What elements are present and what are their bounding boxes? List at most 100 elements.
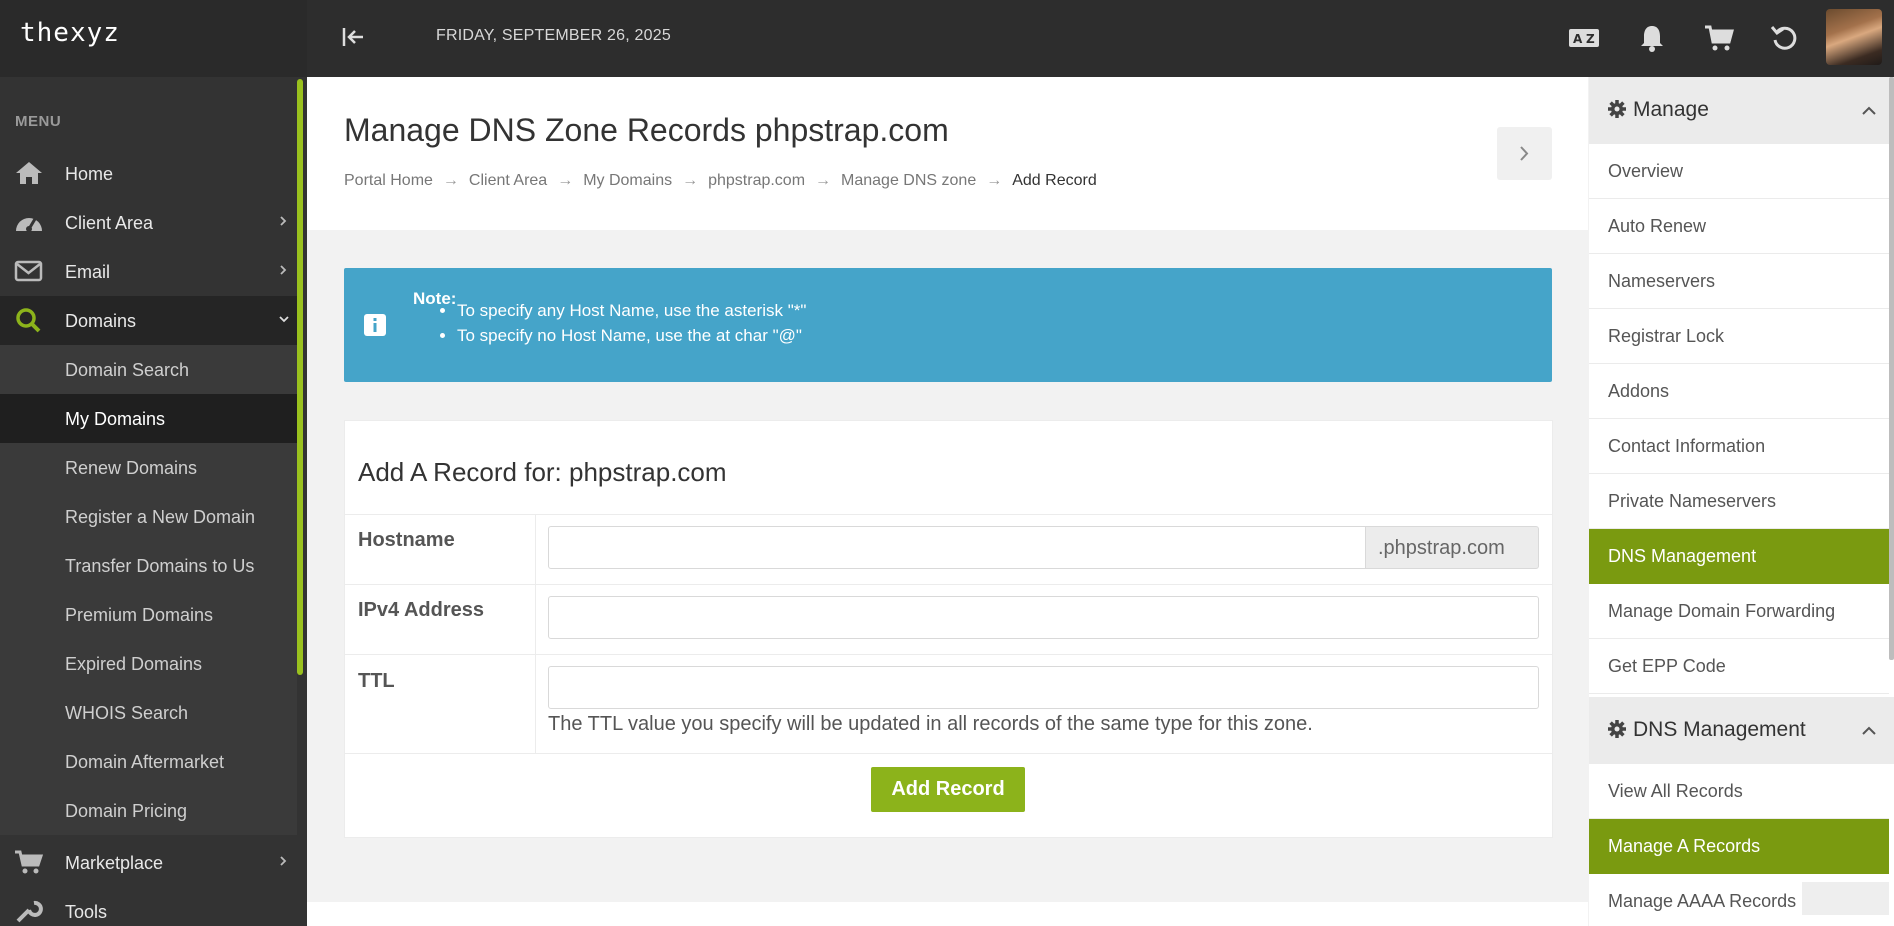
sidebar-sub-register-domain[interactable]: Register a New Domain [0, 492, 297, 541]
ipv4-input[interactable] [548, 596, 1539, 639]
cart-icon[interactable] [1703, 22, 1735, 54]
divider [535, 514, 536, 754]
arrow-right-icon: → [815, 172, 832, 189]
sidebar-sub-renew-domains[interactable]: Renew Domains [0, 443, 297, 492]
dns-view-all-records[interactable]: View All Records [1589, 764, 1889, 819]
sidebar-sub-label: Transfer Domains to Us [65, 556, 255, 576]
panel-item-label: Manage AAAA Records [1608, 891, 1797, 911]
sidebar-scrollbar[interactable] [297, 79, 303, 675]
svg-text:Z: Z [1586, 32, 1595, 46]
user-avatar[interactable] [1826, 9, 1882, 65]
sidebar-sub-label: My Domains [65, 409, 166, 429]
right-panel-scrollbar[interactable] [1889, 77, 1894, 660]
sidebar: MENU Home Client Area Email Domains Doma… [0, 77, 307, 926]
chevron-right-icon [278, 263, 288, 277]
page-header: Manage DNS Zone Records phpstrap.com Por… [307, 77, 1588, 230]
sidebar-item-client-area[interactable]: Client Area [0, 198, 297, 247]
chevron-up-icon [1861, 103, 1877, 115]
sidebar-item-domains[interactable]: Domains [0, 296, 297, 345]
form-title: Add A Record for: phpstrap.com [358, 457, 727, 487]
sidebar-sub-domain-pricing[interactable]: Domain Pricing [0, 786, 297, 835]
ttl-label: TTL [358, 670, 395, 692]
add-record-form: Add A Record for: phpstrap.com Hostname … [344, 420, 1553, 838]
manage-panel-header[interactable]: Manage [1589, 77, 1894, 144]
sidebar-sub-whois-search[interactable]: WHOIS Search [0, 688, 297, 737]
sidebar-item-marketplace[interactable]: Marketplace [0, 838, 297, 887]
add-record-button[interactable]: Add Record [871, 767, 1025, 812]
sidebar-sub-premium-domains[interactable]: Premium Domains [0, 590, 297, 639]
arrow-right-icon: → [682, 172, 699, 189]
manage-get-epp-code[interactable]: Get EPP Code [1589, 639, 1889, 694]
chevron-down-icon [278, 312, 289, 326]
sidebar-item-email[interactable]: Email [0, 247, 297, 296]
breadcrumb-client-area[interactable]: Client Area [469, 172, 547, 189]
sidebar-item-label: Email [65, 262, 111, 282]
sidebar-item-tools[interactable]: Tools [0, 887, 297, 926]
sidebar-sub-label: WHOIS Search [65, 703, 189, 723]
footer-area [307, 902, 1588, 926]
dns-panel-header[interactable]: DNS Management [1589, 697, 1894, 764]
sidebar-sub-transfer-domains[interactable]: Transfer Domains to Us [0, 541, 297, 590]
info-icon [363, 313, 387, 337]
panel-item-label: Overview [1608, 161, 1684, 181]
chevron-right-icon [278, 214, 288, 228]
panel-item-label: Manage Domain Forwarding [1608, 601, 1836, 621]
info-note: Note: To specify any Host Name, use the … [344, 268, 1552, 382]
breadcrumb-manage-dns-zone[interactable]: Manage DNS zone [841, 172, 976, 189]
breadcrumb-domain[interactable]: phpstrap.com [708, 172, 805, 189]
sidebar-sub-expired-domains[interactable]: Expired Domains [0, 639, 297, 688]
arrow-right-icon: → [557, 172, 574, 189]
toggle-right-panel-button[interactable] [1497, 127, 1552, 180]
sidebar-sub-label: Domain Pricing [65, 801, 188, 821]
manage-contact-information[interactable]: Contact Information [1589, 419, 1889, 474]
dns-manage-a-records[interactable]: Manage A Records [1589, 819, 1889, 874]
cart-icon [14, 849, 44, 875]
divider [345, 654, 1552, 655]
sidebar-sub-label: Domain Search [65, 360, 190, 380]
manage-private-nameservers[interactable]: Private Nameservers [1589, 474, 1889, 529]
collapse-sidebar-icon[interactable] [340, 24, 366, 50]
hostname-input[interactable] [548, 526, 1366, 569]
sidebar-sub-domain-aftermarket[interactable]: Domain Aftermarket [0, 737, 297, 786]
breadcrumb-portal-home[interactable]: Portal Home [344, 172, 433, 189]
sidebar-item-label: Client Area [65, 213, 154, 233]
manage-dns-management[interactable]: DNS Management [1589, 529, 1889, 584]
sidebar-item-label: Domains [65, 311, 137, 331]
divider [345, 514, 1552, 515]
sidebar-item-label: Home [65, 164, 114, 184]
manage-overview[interactable]: Overview [1589, 144, 1889, 199]
gear-icon [1607, 719, 1627, 739]
panel-item-label: Manage A Records [1608, 836, 1761, 856]
panel-item-label: View All Records [1608, 781, 1743, 801]
note-list: To specify any Host Name, use the asteri… [438, 298, 806, 348]
home-icon [14, 160, 44, 186]
top-bar: thexyz FRIDAY, SEPTEMBER 26, 2025 AZ [0, 0, 1894, 77]
right-panel: Manage Overview Auto Renew Nameservers R… [1589, 77, 1894, 926]
sidebar-item-label: Marketplace [65, 853, 164, 873]
breadcrumb: Portal Home → Client Area → My Domains → phpst… [344, 172, 1097, 190]
current-date: FRIDAY, SEPTEMBER 26, 2025 [436, 27, 671, 44]
bell-icon[interactable] [1636, 22, 1668, 54]
sidebar-sub-my-domains[interactable]: My Domains [0, 394, 297, 443]
manage-panel-title: Manage [1633, 98, 1709, 121]
arrow-right-icon: → [986, 172, 1003, 189]
panel-item-label: Private Nameservers [1608, 491, 1777, 511]
logo[interactable]: thexyz [20, 18, 120, 48]
breadcrumb-my-domains[interactable]: My Domains [583, 172, 672, 189]
sidebar-sub-domain-search[interactable]: Domain Search [0, 345, 297, 394]
ttl-input[interactable] [548, 666, 1539, 709]
manage-domain-forwarding[interactable]: Manage Domain Forwarding [1589, 584, 1889, 639]
sidebar-item-label: Tools [65, 902, 108, 922]
ipv4-label: IPv4 Address [358, 599, 484, 621]
manage-auto-renew[interactable]: Auto Renew [1589, 199, 1889, 254]
manage-nameservers[interactable]: Nameservers [1589, 254, 1889, 309]
panel-item-label: Addons [1608, 381, 1670, 401]
translate-icon[interactable]: AZ [1568, 22, 1600, 54]
manage-addons[interactable]: Addons [1589, 364, 1889, 419]
sidebar-sub-label: Register a New Domain [65, 507, 256, 527]
hostname-label: Hostname [358, 529, 455, 551]
sidebar-item-home[interactable]: Home [0, 149, 297, 198]
panel-item-label: Get EPP Code [1608, 656, 1726, 676]
refresh-icon[interactable] [1769, 22, 1801, 54]
manage-registrar-lock[interactable]: Registrar Lock [1589, 309, 1889, 364]
